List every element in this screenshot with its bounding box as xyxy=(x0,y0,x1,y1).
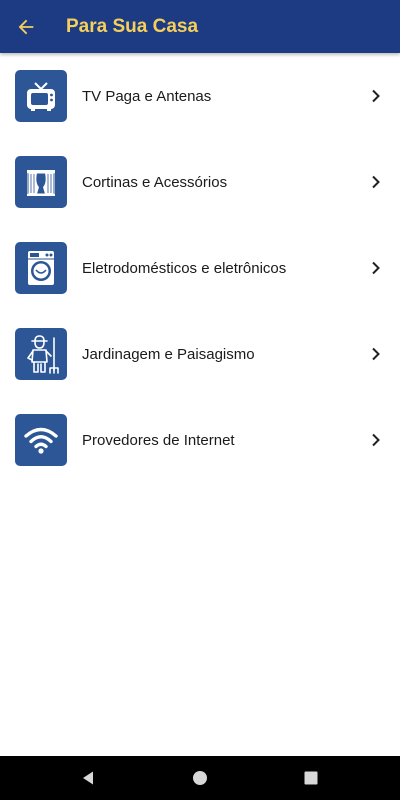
wifi-tile xyxy=(15,414,67,466)
curtain-tile xyxy=(15,156,67,208)
nav-home-button[interactable] xyxy=(190,768,210,788)
list-item-jardinagem[interactable]: Jardinagem e Paisagismo xyxy=(0,311,400,397)
recents-square-icon xyxy=(304,771,318,785)
list-item-label: Cortinas e Acessórios xyxy=(82,173,228,191)
chevron-right-icon xyxy=(368,174,384,190)
wifi-icon xyxy=(24,427,58,454)
back-triangle-icon xyxy=(83,771,93,785)
list-item-label: TV Paga e Antenas xyxy=(82,87,212,105)
chevron-right-icon xyxy=(368,260,384,276)
gardener-icon xyxy=(27,335,59,374)
list-item-eletrodomesticos[interactable]: Eletrodomésticos e eletrônicos xyxy=(0,225,400,311)
back-button[interactable] xyxy=(0,0,52,53)
list-item-label: Provedores de Internet xyxy=(82,431,235,449)
page-title: Para Sua Casa xyxy=(66,15,199,37)
washing-machine-tile xyxy=(15,242,67,294)
list-item-provedores[interactable]: Provedores de Internet xyxy=(0,397,400,483)
tv-icon xyxy=(27,82,55,111)
home-circle-icon xyxy=(193,771,207,785)
chevron-right-icon xyxy=(368,88,384,104)
list-item-cortinas[interactable]: Cortinas e Acessórios xyxy=(0,139,400,225)
tv-tile xyxy=(15,70,67,122)
curtain-icon xyxy=(27,170,55,196)
nav-recents-button[interactable] xyxy=(301,768,321,788)
list-item-label: Jardinagem e Paisagismo xyxy=(82,345,255,363)
app-bar: Para Sua Casa xyxy=(0,0,400,53)
chevron-right-icon xyxy=(368,346,384,362)
list-item-tv-paga[interactable]: TV Paga e Antenas xyxy=(0,53,400,139)
arrow-back-icon xyxy=(18,19,34,34)
gardener-tile xyxy=(15,328,67,380)
washing-machine-icon xyxy=(28,251,54,285)
nav-back-button[interactable] xyxy=(78,768,98,788)
chevron-right-icon xyxy=(368,432,384,448)
system-nav-bar xyxy=(0,756,400,800)
list-item-label: Eletrodomésticos e eletrônicos xyxy=(82,259,287,277)
